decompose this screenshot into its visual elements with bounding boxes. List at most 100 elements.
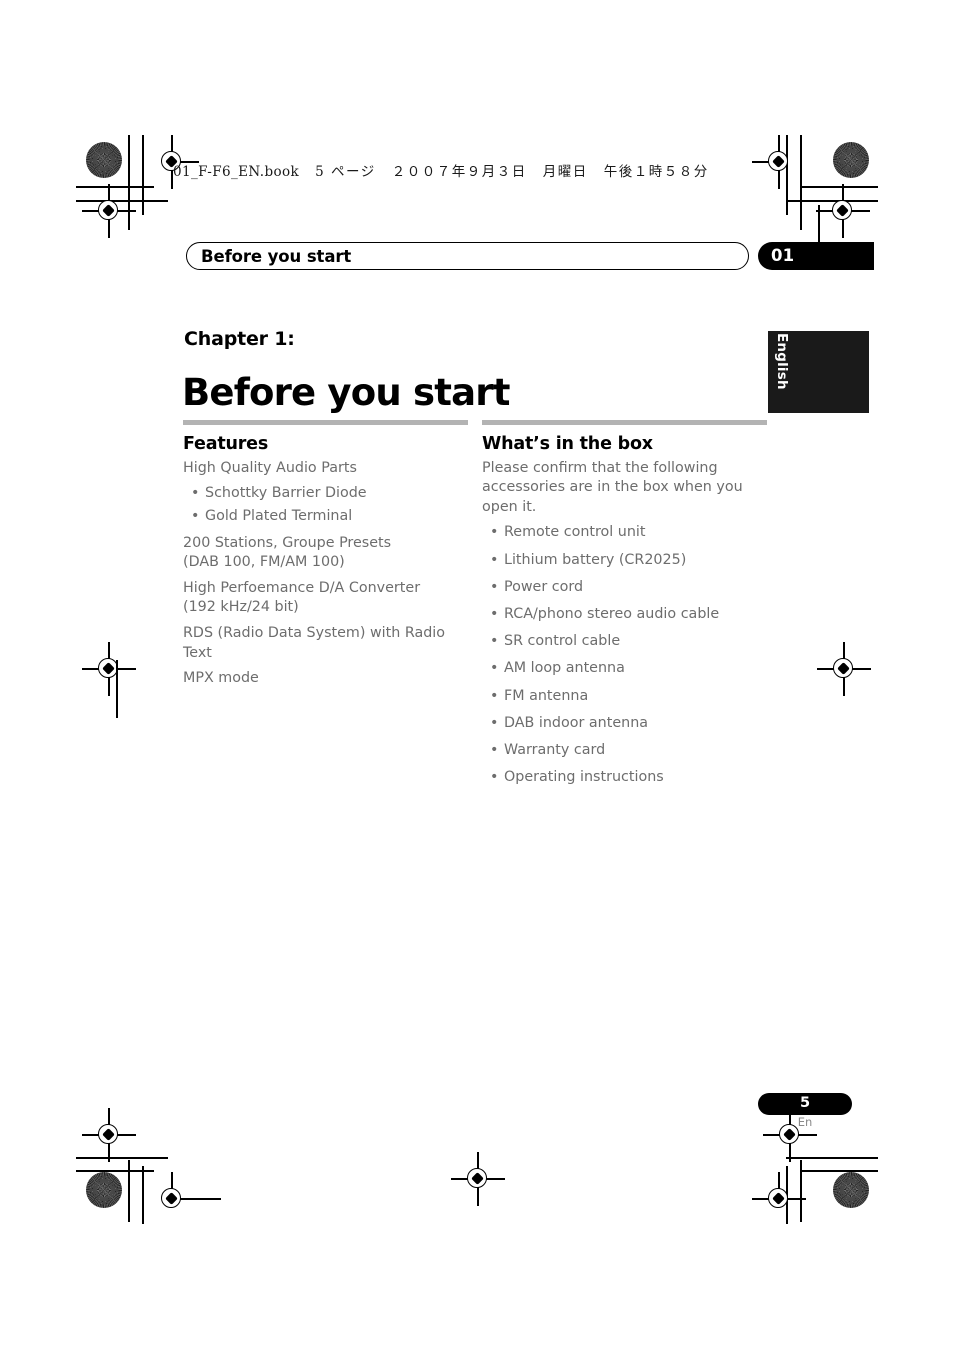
list-item-label: DAB indoor antenna bbox=[504, 714, 649, 731]
list-item: • AM loop antenna bbox=[482, 658, 767, 679]
list-item: • DAB indoor antenna bbox=[482, 713, 767, 734]
section-rule-features bbox=[183, 420, 468, 425]
file-header-date: ２００７年９月３日 bbox=[391, 164, 527, 180]
prepress-marks-layer bbox=[0, 0, 954, 1351]
crop-mark-bottom-left-v2 bbox=[142, 1166, 144, 1224]
halftone-circle-bottom-right bbox=[833, 1172, 869, 1208]
running-head-title: Before you start bbox=[201, 247, 352, 266]
page-title: Before you start bbox=[182, 370, 510, 414]
list-item-label: SR control cable bbox=[504, 633, 621, 650]
list-item: • FM antenna bbox=[482, 686, 767, 707]
bullet-glyph-icon: • bbox=[490, 687, 499, 704]
features-paragraph-3: RDS (Radio Data System) with Radio Text bbox=[183, 624, 446, 661]
crop-mark-top-left-v2 bbox=[142, 135, 144, 215]
crop-mark-bottom-right-v1 bbox=[800, 1160, 802, 1222]
bullet-glyph-icon: • bbox=[191, 507, 200, 524]
crop-mark-bottom-left-v1 bbox=[128, 1160, 130, 1222]
list-item-label: Remote control unit bbox=[504, 524, 646, 541]
features-paragraph-2: High Perfoemance D/A Converter (192 kHz/… bbox=[183, 579, 468, 618]
chapter-number-badge: 01 bbox=[758, 242, 874, 270]
bullet-glyph-icon: • bbox=[490, 606, 499, 623]
document-page: 01_F-F6_EN.book 5 ページ ２００７年９月３日 月曜日 午後１時５８分 … bbox=[0, 0, 954, 1351]
bullet-glyph-icon: • bbox=[490, 742, 499, 759]
crop-mark-top-right-h2 bbox=[786, 200, 878, 202]
bullet-glyph-icon: • bbox=[490, 769, 499, 786]
crop-mark-mid-left bbox=[116, 660, 118, 718]
bullet-glyph-icon: • bbox=[191, 485, 200, 502]
page-language-code: En bbox=[797, 1115, 813, 1129]
registration-mark-top-right-a bbox=[752, 135, 806, 189]
list-item: • Schottky Barrier Diode bbox=[183, 483, 468, 504]
registration-mark-mid-left bbox=[82, 642, 136, 696]
crop-mark-bottom-left-h2 bbox=[76, 1170, 154, 1172]
chapter-number-label: 01 bbox=[771, 246, 795, 265]
features-paragraph-4: MPX mode bbox=[183, 670, 259, 687]
file-header-weekday: 月曜日 bbox=[542, 164, 588, 180]
crop-mark-top-left-h1 bbox=[76, 186, 154, 188]
halftone-circle-top-right bbox=[833, 142, 869, 178]
list-item-label: Power cord bbox=[504, 578, 584, 595]
section-rule-whats-in-the-box bbox=[482, 420, 767, 425]
column-whats-in-the-box: What’s in the box Please confirm that th… bbox=[482, 420, 767, 795]
features-paragraph-1-line-1: 200 Stations, Groupe Presets bbox=[183, 534, 392, 551]
list-item: • Power cord bbox=[482, 577, 767, 598]
list-item: • SR control cable bbox=[482, 631, 767, 652]
list-item: • Remote control unit bbox=[482, 522, 767, 543]
registration-mark-bottom-right bbox=[752, 1172, 806, 1226]
list-item-label: RCA/phono stereo audio cable bbox=[504, 606, 720, 623]
features-paragraph-2-line-1: High Perfoemance D/A Converter bbox=[183, 579, 421, 596]
list-item: • Gold Plated Terminal bbox=[183, 506, 468, 527]
whats-in-the-box-bullet-list: • Remote control unit • Lithium battery (C… bbox=[482, 522, 767, 788]
whats-in-the-box-intro: Please confirm that the following access… bbox=[482, 459, 743, 515]
registration-mark-bottom-center bbox=[451, 1152, 505, 1206]
list-item-label: AM loop antenna bbox=[504, 660, 625, 677]
registration-mark-top-left-b bbox=[82, 184, 136, 238]
crop-mark-top-right-h1 bbox=[800, 186, 878, 188]
crop-mark-top-left-v1 bbox=[128, 135, 130, 230]
list-item: • RCA/phono stereo audio cable bbox=[482, 604, 767, 625]
crop-mark-top-right-v2 bbox=[786, 135, 788, 215]
list-item-label: Gold Plated Terminal bbox=[205, 507, 353, 524]
list-item-label: Warranty card bbox=[504, 742, 606, 759]
registration-mark-top-right-b bbox=[816, 184, 870, 238]
halftone-circle-bottom-left bbox=[86, 1172, 122, 1208]
registration-mark-bottom-left bbox=[145, 1172, 221, 1226]
bullet-glyph-icon: • bbox=[490, 524, 499, 541]
list-item: • Operating instructions bbox=[482, 767, 767, 788]
list-item-label: Lithium battery (CR2025) bbox=[504, 551, 687, 568]
crop-mark-bottom-right-h2 bbox=[800, 1170, 878, 1172]
file-header-page-marker: 5 ページ bbox=[315, 164, 376, 180]
crop-mark-top-right-v1 bbox=[800, 135, 802, 230]
registration-mark-mid-right bbox=[817, 642, 871, 696]
bullet-glyph-icon: • bbox=[490, 660, 499, 677]
features-paragraph-2-line-2: (192 kHz/24 bit) bbox=[183, 599, 299, 616]
file-header-filename: 01_F-F6_EN.book bbox=[173, 164, 300, 180]
crop-mark-bottom-left-h1 bbox=[76, 1157, 168, 1159]
features-bullet-list: • Schottky Barrier Diode • Gold Plated Ter… bbox=[183, 483, 468, 526]
book-file-header: 01_F-F6_EN.book 5 ページ ２００７年９月３日 月曜日 午後１時５８分 bbox=[173, 160, 709, 180]
bullet-glyph-icon: • bbox=[490, 578, 499, 595]
language-side-tab: English bbox=[768, 331, 869, 413]
page-number-badge: 5 bbox=[758, 1093, 852, 1115]
list-item-label: Schottky Barrier Diode bbox=[205, 485, 367, 502]
list-item-label: Operating instructions bbox=[504, 769, 664, 786]
page-number: 5 bbox=[799, 1095, 811, 1111]
list-item-label: FM antenna bbox=[504, 687, 589, 704]
list-item: • Lithium battery (CR2025) bbox=[482, 550, 767, 571]
file-header-time: 午後１時５８分 bbox=[603, 164, 709, 180]
features-paragraph-1-line-2: (DAB 100, FM/AM 100) bbox=[183, 554, 345, 571]
crop-mark-top-left-h2 bbox=[76, 200, 168, 202]
halftone-circle-top-left bbox=[86, 142, 122, 178]
features-intro: High Quality Audio Parts bbox=[183, 459, 357, 476]
running-head-bar: Before you start bbox=[186, 242, 749, 270]
features-paragraph-1: 200 Stations, Groupe Presets (DAB 100, F… bbox=[183, 534, 468, 573]
bullet-glyph-icon: • bbox=[490, 633, 499, 650]
section-heading-whats-in-the-box: What’s in the box bbox=[482, 433, 653, 454]
registration-mark-lower-left bbox=[82, 1108, 136, 1162]
list-item: • Warranty card bbox=[482, 740, 767, 761]
language-side-tab-label: English bbox=[774, 333, 790, 390]
section-heading-features: Features bbox=[183, 433, 269, 454]
crop-mark-bottom-right-h1 bbox=[786, 1157, 878, 1159]
bullet-glyph-icon: • bbox=[490, 714, 499, 731]
column-features: Features High Quality Audio Parts • Schot… bbox=[183, 420, 468, 695]
